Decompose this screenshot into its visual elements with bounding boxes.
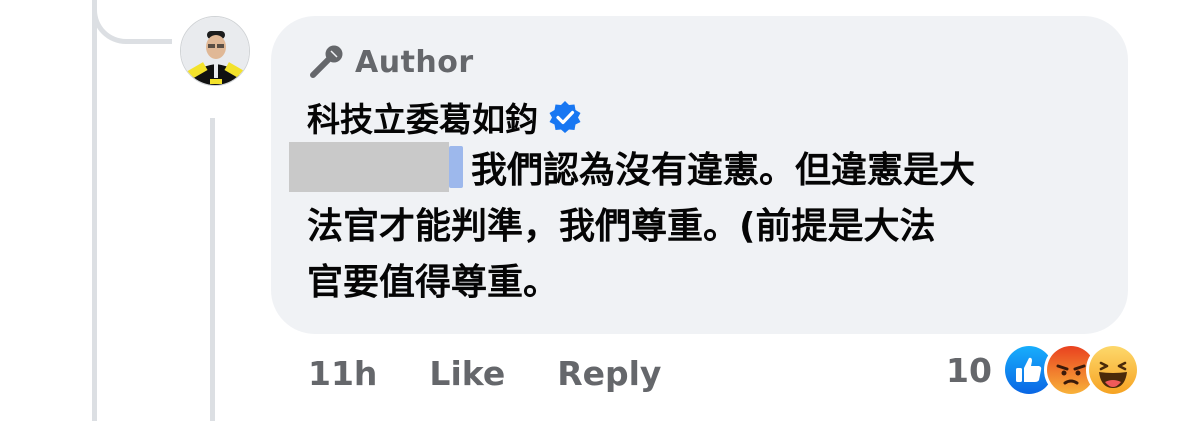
reply-thread-line <box>210 118 215 421</box>
author-badge: Author <box>307 42 474 82</box>
timestamp[interactable]: 11h <box>308 354 377 393</box>
avatar-photo <box>181 17 249 85</box>
like-button[interactable]: Like <box>429 354 505 393</box>
microphone-icon <box>307 43 345 81</box>
comment-bubble: Author 科技立委葛如鈞 我們認為沒有違憲。但違憲是大法官才能判準，我們尊重… <box>271 16 1128 334</box>
comment-text-line1: 我們認為沒有違憲。但違憲是大 <box>471 150 976 191</box>
comment-text-line2: 法官才能判準，我們尊重。(前提是大法 <box>307 206 936 247</box>
avatar[interactable] <box>180 16 250 86</box>
thread-connector <box>92 0 172 44</box>
comment-text: 我們認為沒有違憲。但違憲是大法官才能判準，我們尊重。(前提是大法 官要值得尊重。 <box>289 142 1097 311</box>
reaction-summary[interactable]: 10 <box>946 343 1140 397</box>
author-name[interactable]: 科技立委葛如鈞 <box>307 93 538 141</box>
author-badge-label: Author <box>355 44 474 80</box>
reaction-count: 10 <box>946 350 992 390</box>
author-name-row: 科技立委葛如鈞 <box>307 94 582 140</box>
comment-actions: 11h Like Reply <box>308 348 661 398</box>
reaction-icons <box>1001 343 1140 397</box>
reply-button[interactable]: Reply <box>557 354 661 393</box>
thread-line <box>92 0 97 421</box>
verified-badge-icon <box>548 100 582 134</box>
redacted-mention <box>289 142 467 192</box>
comment-text-line3: 官要值得尊重。 <box>307 262 560 303</box>
haha-reaction-icon <box>1085 343 1140 397</box>
